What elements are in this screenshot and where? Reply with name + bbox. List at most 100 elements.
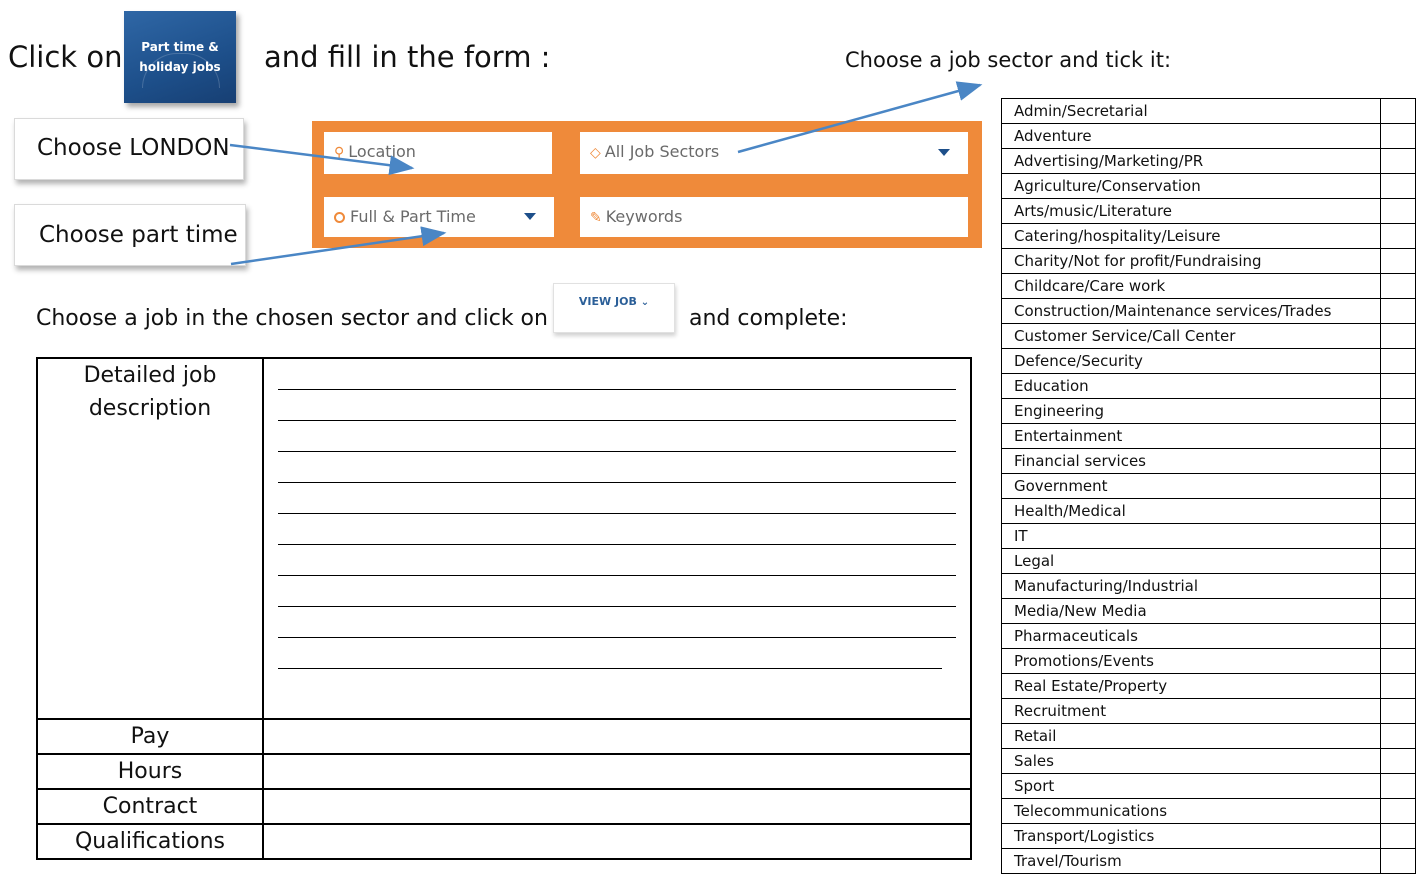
list-item: Defence/Security (1001, 348, 1416, 374)
list-item: Manufacturing/Industrial (1001, 573, 1416, 599)
sector-name: Arts/music/Literature (1001, 198, 1381, 224)
pay-label: Pay (36, 718, 264, 755)
tick-box[interactable] (1380, 123, 1416, 149)
view-job-button[interactable]: VIEW JOB ⌄ (553, 283, 675, 333)
list-item: Media/New Media (1001, 598, 1416, 624)
tick-box[interactable] (1380, 623, 1416, 649)
tick-box[interactable] (1380, 248, 1416, 274)
tick-box[interactable] (1380, 723, 1416, 749)
tick-box[interactable] (1380, 373, 1416, 399)
job-description-label: Detailed job description (36, 357, 264, 720)
tick-box[interactable] (1380, 198, 1416, 224)
qualifications-label: Qualifications (36, 823, 264, 860)
sector-name: Sales (1001, 748, 1381, 774)
answer-line (278, 638, 942, 669)
list-item: Sport (1001, 773, 1416, 799)
tick-box[interactable] (1380, 348, 1416, 374)
sector-name: Promotions/Events (1001, 648, 1381, 674)
tick-box[interactable] (1380, 148, 1416, 174)
list-item: Entertainment (1001, 423, 1416, 449)
sector-name: Customer Service/Call Center (1001, 323, 1381, 349)
job-sector-checklist: Admin/Secretarial Adventure Advertising/… (1001, 98, 1416, 874)
tick-box[interactable] (1380, 298, 1416, 324)
tick-box[interactable] (1380, 173, 1416, 199)
view-job-label: VIEW JOB (578, 295, 637, 308)
table-row: Detailed job description (36, 357, 972, 720)
answer-line (278, 545, 956, 576)
table-row: Contract (36, 788, 972, 825)
and-complete-text: and complete: (689, 306, 848, 331)
sector-name: Pharmaceuticals (1001, 623, 1381, 649)
tick-box[interactable] (1380, 773, 1416, 799)
sector-name: Defence/Security (1001, 348, 1381, 374)
sector-name: Sport (1001, 773, 1381, 799)
sector-name: Media/New Media (1001, 598, 1381, 624)
tick-box[interactable] (1380, 498, 1416, 524)
arrow-to-location (229, 143, 415, 176)
answer-line (278, 452, 956, 483)
tick-box[interactable] (1380, 523, 1416, 549)
list-item: IT (1001, 523, 1416, 549)
contract-answer[interactable] (262, 788, 972, 825)
tick-box[interactable] (1380, 423, 1416, 449)
sector-name: Catering/hospitality/Leisure (1001, 223, 1381, 249)
tick-box[interactable] (1380, 273, 1416, 299)
sector-name: Education (1001, 373, 1381, 399)
table-row: Qualifications (36, 823, 972, 860)
tick-box[interactable] (1380, 698, 1416, 724)
arrow-to-sectors (737, 81, 983, 154)
sector-name: Health/Medical (1001, 498, 1381, 524)
contract-label: Contract (36, 788, 264, 825)
tick-box[interactable] (1380, 323, 1416, 349)
list-item: Engineering (1001, 398, 1416, 424)
list-item: Government (1001, 473, 1416, 499)
choose-job-text: Choose a job in the chosen sector and cl… (36, 306, 548, 331)
sector-name: Government (1001, 473, 1381, 499)
tick-box[interactable] (1380, 648, 1416, 674)
tick-box[interactable] (1380, 848, 1416, 874)
tick-box[interactable] (1380, 748, 1416, 774)
answer-line (278, 607, 956, 638)
answer-line (278, 390, 956, 421)
table-row: Hours (36, 753, 972, 790)
job-description-answer[interactable] (262, 357, 972, 720)
list-item: Financial services (1001, 448, 1416, 474)
sector-name: Manufacturing/Industrial (1001, 573, 1381, 599)
list-item: Advertising/Marketing/PR (1001, 148, 1416, 174)
sector-name: Engineering (1001, 398, 1381, 424)
list-item: Adventure (1001, 123, 1416, 149)
tick-box[interactable] (1380, 98, 1416, 124)
sector-name: IT (1001, 523, 1381, 549)
answer-line (278, 359, 956, 390)
hours-label: Hours (36, 753, 264, 790)
tick-box[interactable] (1380, 673, 1416, 699)
list-item: Education (1001, 373, 1416, 399)
arrow-to-time (230, 226, 447, 266)
sector-name: Transport/Logistics (1001, 823, 1381, 849)
tick-box[interactable] (1380, 448, 1416, 474)
tick-box[interactable] (1380, 398, 1416, 424)
answer-line (278, 514, 956, 545)
tick-box[interactable] (1380, 573, 1416, 599)
pay-answer[interactable] (262, 718, 972, 755)
answer-line (278, 421, 956, 452)
hours-answer[interactable] (262, 753, 972, 790)
tick-box[interactable] (1380, 473, 1416, 499)
sector-name: Real Estate/Property (1001, 673, 1381, 699)
tick-box[interactable] (1380, 223, 1416, 249)
qualifications-answer[interactable] (262, 823, 972, 860)
list-item: Health/Medical (1001, 498, 1416, 524)
sector-name: Charity/Not for profit/Fundraising (1001, 248, 1381, 274)
tick-box[interactable] (1380, 598, 1416, 624)
list-item: Transport/Logistics (1001, 823, 1416, 849)
list-item: Admin/Secretarial (1001, 98, 1416, 124)
tick-box[interactable] (1380, 548, 1416, 574)
sector-name: Childcare/Care work (1001, 273, 1381, 299)
sector-name: Legal (1001, 548, 1381, 574)
list-item: Telecommunications (1001, 798, 1416, 824)
list-item: Real Estate/Property (1001, 673, 1416, 699)
tick-box[interactable] (1380, 823, 1416, 849)
sector-name: Adventure (1001, 123, 1381, 149)
list-item: Construction/Maintenance services/Trades (1001, 298, 1416, 324)
tick-box[interactable] (1380, 798, 1416, 824)
